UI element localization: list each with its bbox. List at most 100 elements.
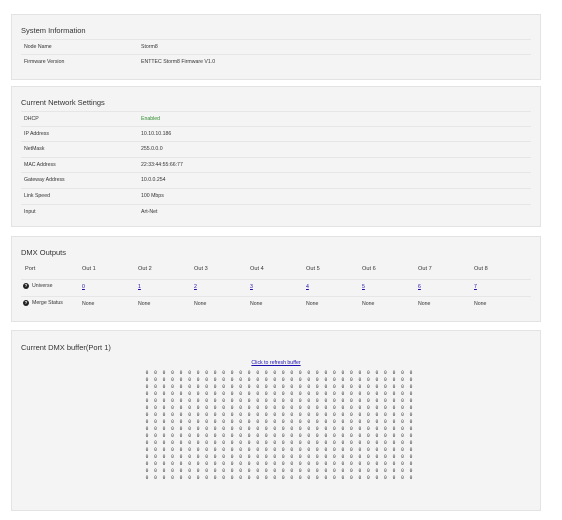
- question-circle-icon[interactable]: ?: [23, 300, 29, 306]
- dmx-channel-value: 0: [256, 434, 260, 439]
- dmx-channel-value: 0: [341, 420, 345, 425]
- universe-out-7-link[interactable]: 6: [418, 284, 421, 290]
- dmx-channel-value: 0: [273, 385, 277, 390]
- dmx-channel-value: 0: [213, 392, 217, 397]
- dmx-channel-value: 0: [171, 427, 174, 432]
- universe-out-1-link[interactable]: 0: [82, 284, 85, 290]
- dmx-channel-value: 0: [171, 476, 174, 481]
- dmx-channel-value: 0: [324, 441, 328, 446]
- dmx-channel-value: 0: [273, 420, 277, 425]
- dmx-channel-value: 0: [401, 413, 404, 418]
- dmx-channel-value: 0: [332, 392, 336, 397]
- dmx-channel-value: 0: [281, 441, 285, 446]
- dmx-channel-value: 0: [324, 392, 328, 397]
- dmx-channel-value: 0: [196, 462, 200, 467]
- dmx-channel-value: 0: [281, 420, 285, 425]
- universe-out-4-link[interactable]: 3: [250, 284, 253, 290]
- merge-out-3: None: [194, 301, 207, 307]
- dmx-channel-value: 0: [256, 406, 260, 411]
- dmx-channel-value: 0: [264, 427, 268, 432]
- dmx-channel-value: 0: [375, 371, 379, 376]
- dmx-channel-value: 0: [222, 385, 226, 390]
- dmx-channel-value: 0: [222, 441, 226, 446]
- dmx-channel-value: 0: [375, 448, 379, 453]
- dmx-channel-value: 0: [154, 469, 157, 474]
- dmx-channel-value: 0: [332, 441, 336, 446]
- dmx-channel-value: 0: [341, 427, 345, 432]
- network-settings-title: Current Network Settings: [21, 98, 105, 107]
- dmx-channel-value: 0: [273, 371, 277, 376]
- dmx-channel-value: 0: [222, 420, 226, 425]
- dmx-channel-value: 0: [239, 462, 243, 467]
- universe-out-3-link[interactable]: 2: [194, 284, 197, 290]
- dmx-channel-value: 0: [273, 462, 277, 467]
- refresh-buffer-link[interactable]: Click to refresh buffer: [12, 360, 540, 366]
- dmx-channel-value: 0: [298, 462, 302, 467]
- dmx-channel-value: 0: [392, 420, 396, 425]
- dmx-channel-value: 0: [298, 406, 302, 411]
- dmx-channel-value: 0: [213, 434, 217, 439]
- gateway-address-label: Gateway Address: [24, 177, 65, 183]
- netmask-value: 255.0.0.0: [141, 146, 163, 152]
- dmx-channel-value: 0: [154, 378, 157, 383]
- dmx-channel-value: 0: [179, 413, 183, 418]
- universe-out-5-link[interactable]: 4: [306, 284, 309, 290]
- dmx-channel-value: 0: [273, 413, 277, 418]
- dmx-channel-value: 0: [315, 399, 319, 404]
- dmx-channel-value: 0: [205, 441, 208, 446]
- universe-out-6-link[interactable]: 5: [362, 284, 365, 290]
- dmx-channel-value: 0: [281, 448, 285, 453]
- dmx-channel-value: 0: [332, 434, 336, 439]
- dmx-channel-value: 0: [375, 427, 379, 432]
- dmx-channel-value: 0: [239, 399, 243, 404]
- dmx-channel-value: 0: [145, 406, 149, 411]
- dmx-channel-value: 0: [298, 399, 302, 404]
- dmx-channel-value: 0: [358, 392, 362, 397]
- dmx-channel-value: 0: [196, 378, 200, 383]
- dmx-channel-value: 0: [222, 392, 226, 397]
- merge-out-8: None: [474, 301, 487, 307]
- dmx-channel-value: 0: [196, 420, 200, 425]
- dmx-channel-value: 0: [358, 469, 362, 474]
- universe-label: Universe: [32, 283, 53, 289]
- dmx-channel-value: 0: [247, 448, 251, 453]
- dmx-channel-value: 0: [273, 455, 277, 460]
- dmx-channel-value: 0: [162, 462, 166, 467]
- dmx-channel-value: 0: [349, 462, 353, 467]
- question-circle-icon[interactable]: ?: [23, 283, 29, 289]
- dmx-channel-value: 0: [230, 476, 234, 481]
- dmx-channel-value: 0: [154, 371, 157, 376]
- dmx-channel-value: 0: [205, 378, 208, 383]
- dmx-channel-value: 0: [205, 462, 208, 467]
- dmx-channel-value: 0: [188, 385, 191, 390]
- dmx-channel-value: 0: [401, 427, 404, 432]
- dmx-channel-value: 0: [409, 455, 413, 460]
- dmx-channel-value: 0: [162, 476, 166, 481]
- dmx-channel-value: 0: [358, 462, 362, 467]
- dmx-channel-value: 0: [315, 413, 319, 418]
- dmx-channel-value: 0: [349, 476, 353, 481]
- dmx-channel-value: 0: [315, 378, 319, 383]
- merge-out-4: None: [250, 301, 263, 307]
- universe-out-8-link[interactable]: 7: [474, 284, 477, 290]
- dmx-channel-value: 0: [349, 385, 353, 390]
- firmware-version-row: Firmware Version ENTTEC Storm8 Firmware …: [21, 54, 531, 70]
- dmx-channel-value: 0: [375, 378, 379, 383]
- dmx-channel-value: 0: [145, 476, 149, 481]
- dmx-channel-value: 0: [290, 399, 294, 404]
- dmx-channel-value: 0: [290, 427, 294, 432]
- merge-out-1: None: [82, 301, 95, 307]
- dmx-channel-value: 0: [315, 476, 319, 481]
- dmx-channel-value: 0: [409, 420, 413, 425]
- universe-out-2-link[interactable]: 1: [138, 284, 141, 290]
- dmx-channel-value: 0: [196, 469, 200, 474]
- dmx-channel-value: 0: [264, 406, 268, 411]
- dmx-channel-value: 0: [307, 448, 311, 453]
- dmx-channel-value: 0: [154, 385, 157, 390]
- dmx-channel-value: 0: [171, 469, 174, 474]
- dmx-channel-value: 0: [230, 420, 234, 425]
- dmx-channel-value: 0: [213, 420, 217, 425]
- dmx-channel-value: 0: [171, 406, 174, 411]
- dmx-channel-value: 0: [154, 476, 157, 481]
- merge-out-7: None: [418, 301, 431, 307]
